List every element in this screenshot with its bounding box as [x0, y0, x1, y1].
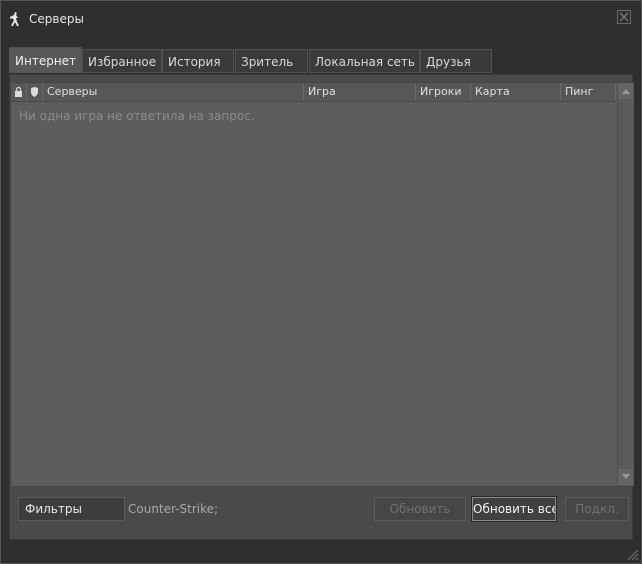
lock-icon — [15, 86, 22, 97]
tab-label: Зритель — [241, 55, 294, 69]
arrow-down-icon — [621, 474, 630, 479]
column-map[interactable]: Карта — [471, 83, 561, 101]
tab-label: Локальная сеть — [315, 55, 415, 69]
tab-favorites[interactable]: Избранное — [82, 49, 162, 73]
connect-button[interactable]: Подкл. — [565, 497, 629, 521]
column-lock[interactable] — [11, 83, 27, 101]
tab-label: Интернет — [15, 54, 77, 68]
server-list[interactable]: Серверы Игра Игроки Карта Пинг Ни одна и… — [10, 82, 634, 487]
game-filter-label: Counter-Strike; — [128, 502, 219, 516]
tab-lan[interactable]: Локальная сеть — [309, 49, 420, 73]
resize-grip-icon[interactable] — [625, 547, 639, 561]
close-icon — [619, 12, 629, 22]
shield-icon — [31, 87, 38, 97]
servers-window: Серверы Интернет Избранное История Зрите… — [0, 0, 642, 564]
column-ping[interactable]: Пинг — [561, 83, 616, 101]
column-servers[interactable]: Серверы — [43, 83, 304, 101]
refresh-all-button[interactable]: Обновить все — [471, 496, 557, 522]
window-title: Серверы — [29, 12, 84, 26]
footer-bar: Фильтры Counter-Strike; Обновить Обновит… — [10, 487, 633, 539]
tab-label: Избранное — [88, 55, 157, 69]
list-header: Серверы Игра Игроки Карта Пинг — [11, 83, 616, 102]
tab-internet[interactable]: Интернет — [9, 47, 82, 73]
empty-message: Ни одна игра не ответила на запрос. — [19, 109, 255, 123]
close-button[interactable] — [617, 10, 631, 24]
refresh-button[interactable]: Обновить — [374, 497, 466, 521]
counter-strike-icon — [10, 12, 19, 26]
tab-spectate[interactable]: Зритель — [235, 49, 308, 73]
scroll-up-button[interactable] — [618, 83, 633, 99]
column-secure[interactable] — [27, 83, 43, 101]
filters-button[interactable]: Фильтры — [18, 497, 125, 521]
scroll-down-button[interactable] — [618, 469, 633, 485]
titlebar[interactable]: Серверы — [1, 1, 641, 37]
tab-label: История — [168, 55, 221, 69]
tab-history[interactable]: История — [162, 49, 234, 73]
column-players[interactable]: Игроки — [416, 83, 471, 101]
vertical-scrollbar[interactable] — [617, 83, 634, 486]
tab-friends[interactable]: Друзья — [420, 49, 492, 73]
arrow-up-icon — [621, 89, 630, 94]
column-game[interactable]: Игра — [304, 83, 416, 101]
tab-label: Друзья — [426, 55, 471, 69]
